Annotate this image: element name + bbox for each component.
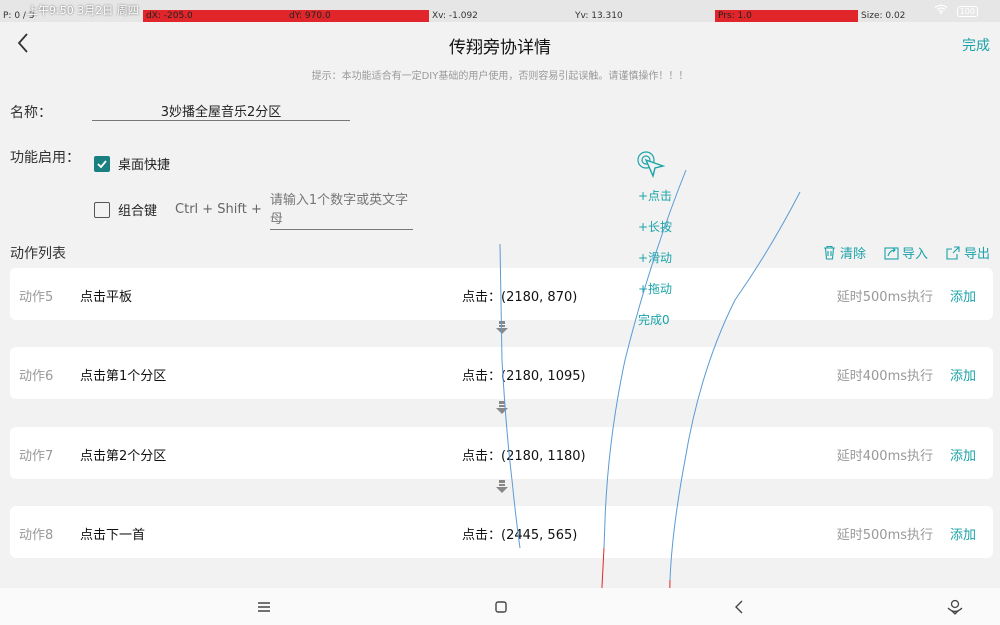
action-delay[interactable]: 延时500ms执行 [837, 524, 933, 543]
export-label: 导出 [963, 247, 990, 262]
action-index: 动作7 [19, 449, 54, 464]
action-coord: 点击：(2180, 1095) [462, 369, 586, 384]
down-arrow-icon [496, 401, 508, 414]
import-icon [884, 247, 899, 260]
add-drag-button[interactable]: +拖动 [638, 280, 672, 297]
header: 传翔旁协详情 完成 [0, 22, 1000, 64]
floating-recorder-panel: +点击 +长按 +滑动 +拖动 完成0 [636, 150, 672, 327]
name-label: 名称： [10, 105, 52, 121]
trash-icon [823, 245, 835, 260]
combo-key-checkbox[interactable] [94, 201, 110, 218]
home-icon[interactable] [492, 598, 510, 616]
enable-label: 功能启用： [10, 150, 80, 166]
action-card[interactable]: 动作6 点击第1个分区 点击：(2180, 1095) 延时400ms执行 添加 [10, 347, 993, 399]
done-button[interactable]: 完成 [962, 35, 990, 55]
debug-prs: Prs: 1.0 [715, 10, 858, 22]
down-arrow-icon [496, 321, 508, 334]
menu-icon[interactable] [255, 598, 273, 616]
action-desc: 点击第1个分区 [80, 369, 167, 384]
down-arrow-icon [496, 480, 508, 493]
action-desc: 点击平板 [80, 290, 133, 305]
finish-recording-button[interactable]: 完成0 [638, 311, 670, 328]
assistant-icon[interactable] [946, 598, 964, 616]
action-coord: 点击：(2445, 565) [462, 528, 578, 543]
combo-key-label: 组合键 [118, 204, 158, 219]
action-add-button[interactable]: 添加 [950, 286, 976, 305]
action-card[interactable]: 动作7 点击第2个分区 点击：(2180, 1180) 延时400ms执行 添加 [10, 427, 993, 479]
action-coord: 点击：(2180, 870) [462, 290, 578, 305]
action-add-button[interactable]: 添加 [950, 365, 976, 384]
action-index: 动作8 [19, 528, 54, 543]
add-swipe-button[interactable]: +滑动 [638, 249, 672, 266]
battery-icon: 100 [956, 6, 978, 17]
action-add-button[interactable]: 添加 [950, 524, 976, 543]
wifi-icon [934, 4, 948, 14]
export-icon [946, 246, 960, 260]
action-delay[interactable]: 延时400ms执行 [837, 365, 933, 384]
action-card[interactable]: 动作5 点击平板 点击：(2180, 870) 延时500ms执行 添加 [10, 268, 993, 320]
debug-yv: Yv: 13.310 [575, 11, 623, 21]
action-delay[interactable]: 延时400ms执行 [837, 445, 933, 464]
desktop-shortcut-checkbox[interactable] [94, 155, 110, 172]
nav-back-icon[interactable] [731, 598, 749, 616]
name-input[interactable]: 3妙播全屋音乐2分区 [92, 101, 350, 121]
add-click-button[interactable]: +点击 [638, 187, 672, 204]
add-long-press-button[interactable]: +长按 [638, 218, 672, 235]
status-time: 上午9:50 3月2日 周四 [27, 4, 139, 17]
action-desc: 点击第2个分区 [80, 449, 167, 464]
actions-toolbar: 清除 导入 导出 [822, 243, 990, 262]
debug-dy: dY: 970.0 [286, 10, 429, 22]
combo-key-input[interactable]: 请输入1个数字或英文字母 [269, 189, 413, 230]
import-label: 导入 [901, 247, 928, 262]
action-add-button[interactable]: 添加 [950, 445, 976, 464]
cursor-tap-icon[interactable] [636, 150, 666, 179]
combo-prefix: Ctrl + Shift + [175, 202, 262, 217]
import-button[interactable]: 导入 [884, 243, 928, 262]
debug-size: Size: 0.02 [861, 11, 906, 21]
action-delay[interactable]: 延时500ms执行 [837, 286, 933, 305]
page-title: 传翔旁协详情 [449, 38, 551, 58]
pointer-debug-bar: P: 0 / 3 dX: -205.0 dY: 970.0 Xv: -1.092… [0, 0, 1000, 22]
combo-key-option: 组合键 Ctrl + Shift + 请输入1个数字或英文字母 [94, 189, 413, 230]
desktop-shortcut-label: 桌面快捷 [118, 158, 171, 173]
action-index: 动作6 [19, 369, 54, 384]
action-index: 动作5 [19, 290, 54, 305]
export-button[interactable]: 导出 [946, 243, 990, 262]
clear-label: 清除 [839, 247, 866, 262]
action-desc: 点击下一首 [80, 528, 146, 543]
action-card[interactable]: 动作8 点击下一首 点击：(2445, 565) 延时500ms执行 添加 [10, 506, 993, 558]
actions-title: 动作列表 [10, 246, 66, 262]
clear-button[interactable]: 清除 [822, 243, 866, 262]
desktop-shortcut-option[interactable]: 桌面快捷 [94, 154, 170, 173]
debug-dx: dX: -205.0 [143, 10, 286, 22]
warning-hint: 提示：本功能适合有一定DIY基础的用户使用，否则容易引起误触。请谨慎操作！！！ [311, 71, 689, 82]
status-icons: 100 [934, 4, 978, 17]
action-coord: 点击：(2180, 1180) [462, 449, 586, 464]
check-icon [97, 159, 107, 168]
system-nav-bar [0, 588, 1000, 625]
debug-xv: Xv: -1.092 [432, 11, 478, 21]
